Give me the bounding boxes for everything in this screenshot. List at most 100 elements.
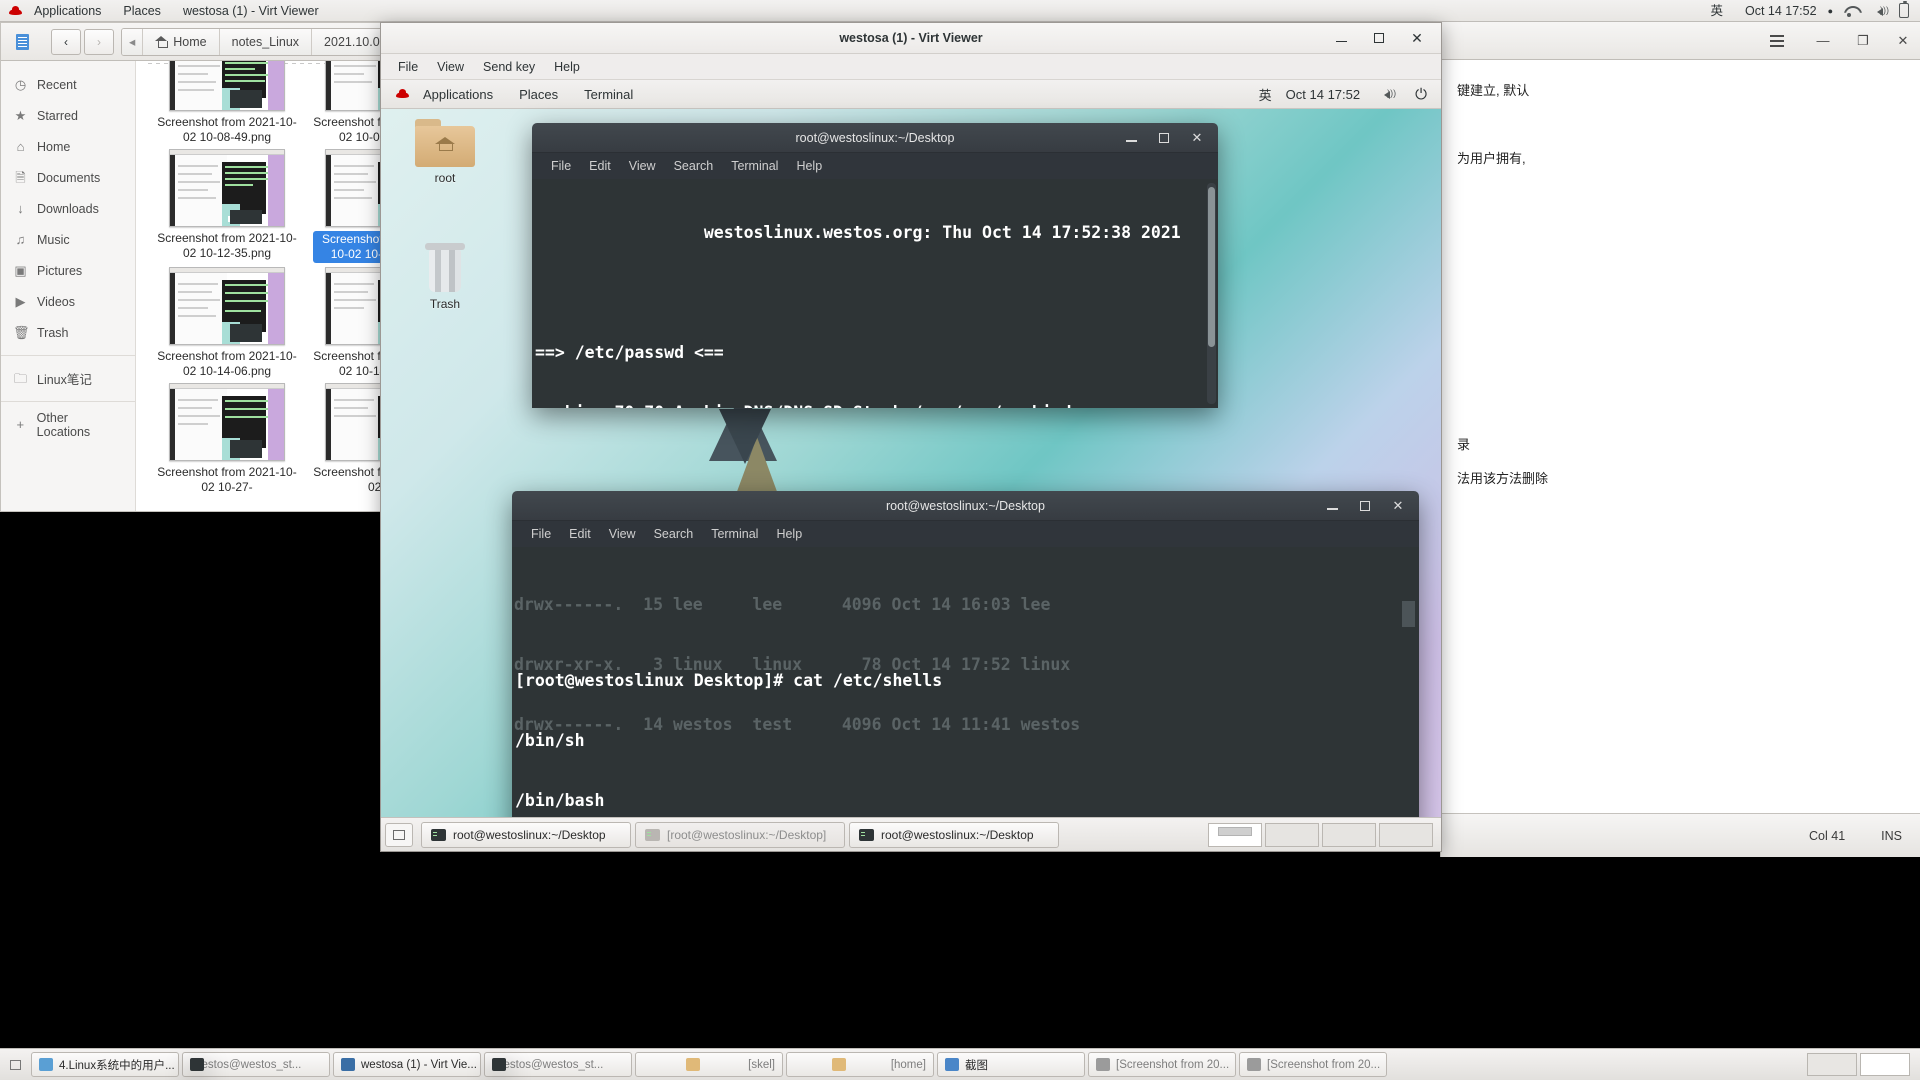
outer-workspace-pager[interactable] [1807,1053,1916,1076]
battery-icon[interactable] [1899,3,1909,18]
sidebar-item-videos[interactable]: ▶Videos [1,286,135,317]
minimize-button[interactable] [1333,30,1349,46]
menu-edit[interactable]: Edit [562,526,598,542]
guest-clock[interactable]: Oct 14 17:52 [1286,87,1360,102]
file-item[interactable]: Screenshot from 2021-10-02 10-08-49.png [154,61,300,145]
menu-help[interactable]: Help [769,526,809,542]
menu-file[interactable]: File [524,526,558,542]
menu-terminal[interactable]: Terminal [704,526,765,542]
menu-file[interactable]: File [390,58,426,76]
minimize-button[interactable] [1325,499,1339,513]
guest-screen[interactable]: Applications Places Terminal 英 Oct 14 17… [381,80,1441,851]
menu-view[interactable]: View [602,526,643,542]
breadcrumb-item-notes-linux[interactable]: notes_Linux [220,29,312,55]
terminal-output-background[interactable]: westoslinux.westos.org: Thu Oct 14 17:52… [532,179,1218,408]
terminal-scrollbar[interactable] [1207,183,1216,404]
taskbar-item-virt-viewer[interactable]: westosa (1) - Virt Vie... [333,1052,481,1077]
workspace-1[interactable] [1208,823,1262,847]
sidebar-item-pictures[interactable]: ▣Pictures [1,255,135,286]
redhat-logo-icon[interactable] [8,5,23,17]
close-button[interactable]: ✕ [1391,499,1405,513]
sidebar-item-trash[interactable]: 🗑Trash [1,317,135,348]
clock[interactable]: Oct 14 17:52 [1734,0,1828,22]
forward-button[interactable]: › [84,29,114,55]
virt-viewer-titlebar[interactable]: westosa (1) - Virt Viewer ✕ [381,23,1441,54]
maximize-button[interactable]: ❐ [1852,30,1874,52]
sidebar-item-documents[interactable]: 🗎Documents [1,162,135,193]
desktop-icon-trash[interactable]: Trash [401,239,489,311]
taskbar-item-term-2[interactable]: [westos@westos_st... [484,1052,632,1077]
menu-send-key[interactable]: Send key [475,58,543,76]
view-mode-button[interactable] [7,29,37,55]
menu-help[interactable]: Help [789,158,829,174]
maximize-button[interactable] [1157,131,1171,145]
active-window-title[interactable]: westosa (1) - Virt Viewer [172,0,330,22]
breadcrumb-scroll-left[interactable]: ◂ [122,29,143,55]
terminal-window-foreground[interactable]: root@westoslinux:~/Desktop ✕ File Edit V… [512,491,1419,851]
workspace-1[interactable] [1807,1053,1857,1076]
close-button[interactable]: ✕ [1190,131,1204,145]
sidebar-item-linux-notes[interactable]: 🗀Linux笔记 [1,363,135,394]
workspace-4[interactable] [1379,823,1433,847]
workspace-3[interactable] [1322,823,1376,847]
applications-menu[interactable]: Applications [23,0,112,22]
menu-search[interactable]: Search [667,158,721,174]
breadcrumb-item-home[interactable]: Home [143,29,219,55]
menu-search[interactable]: Search [647,526,701,542]
menu-view[interactable]: View [622,158,663,174]
terminal-output-foreground[interactable]: drwx------. 15 lee lee 4096 Oct 14 16:03… [512,547,1419,851]
places-menu[interactable]: Places [112,0,172,22]
guest-places-menu[interactable]: Places [506,87,571,102]
desktop-icon-root[interactable]: root [401,119,489,185]
taskbar-item-terminal-1[interactable]: root@westoslinux:~/Desktop [421,822,631,848]
taskbar-item-term-1[interactable]: [westos@westos_st... [182,1052,330,1077]
taskbar-item-screenshot-2[interactable]: [Screenshot from 20... [1239,1052,1387,1077]
workspace-switcher-icon[interactable] [385,823,413,847]
taskbar-item-terminal-3[interactable]: root@westoslinux:~/Desktop [849,822,1059,848]
text-editor-content[interactable]: 键建立, 默认 为用户拥有, 录 法用该方法删除 [1441,60,1920,510]
redhat-logo-icon[interactable] [395,88,410,100]
close-button[interactable]: ✕ [1409,30,1425,46]
minimize-button[interactable] [1124,131,1138,145]
guest-input-method-indicator[interactable]: 英 [1259,85,1272,104]
back-button[interactable]: ‹ [51,29,81,55]
sidebar-item-music[interactable]: ♫Music [1,224,135,255]
input-method-indicator[interactable]: 英 [1699,0,1734,22]
file-item[interactable]: Screenshot from 2021-10-02 10-14-06.png [154,267,300,379]
taskbar-item-terminal-2[interactable]: [root@westoslinux:~/Desktop] [635,822,845,848]
terminal-window-background[interactable]: root@westoslinux:~/Desktop ✕ File Edit V… [532,123,1218,408]
hamburger-icon[interactable] [1770,40,1784,42]
volume-muted-icon[interactable] [1872,4,1889,18]
workspace-pager[interactable] [1208,823,1437,847]
maximize-button[interactable] [1358,499,1372,513]
menu-help[interactable]: Help [546,58,588,76]
terminal-scroll-thumb[interactable] [1402,601,1415,627]
sidebar-item-downloads[interactable]: ↓Downloads [1,193,135,224]
maximize-button[interactable] [1371,30,1387,46]
minimize-button[interactable]: — [1812,30,1834,52]
file-item[interactable]: Screenshot from 2021-10-02 10-27- [154,383,300,495]
menu-file[interactable]: File [544,158,578,174]
terminal-titlebar[interactable]: root@westoslinux:~/Desktop ✕ [532,123,1218,153]
wifi-icon[interactable] [1845,4,1862,18]
menu-terminal[interactable]: Terminal [724,158,785,174]
sidebar-item-other-locations[interactable]: +Other Locations [1,409,135,440]
volume-muted-icon[interactable] [1379,87,1396,101]
workspace-2[interactable] [1860,1053,1910,1076]
terminal-titlebar[interactable]: root@westoslinux:~/Desktop ✕ [512,491,1419,521]
sidebar-item-recent[interactable]: ◷Recent [1,69,135,100]
taskbar-item-home[interactable]: [home] [786,1052,934,1077]
sidebar-item-home[interactable]: ⌂Home [1,131,135,162]
sidebar-item-starred[interactable]: ★Starred [1,100,135,131]
window-grip-icon[interactable] [4,1055,26,1075]
taskbar-item-screenshots-folder[interactable]: 截图 [937,1052,1085,1077]
guest-terminal-menu[interactable]: Terminal [571,87,646,102]
taskbar-item-doc[interactable]: 4.Linux系统中的用户... [31,1052,179,1077]
file-item[interactable]: Screenshot from 2021-10-02 10-12-35.png [154,149,300,263]
workspace-2[interactable] [1265,823,1319,847]
guest-applications-menu[interactable]: Applications [410,87,506,102]
taskbar-item-screenshot-1[interactable]: [Screenshot from 20... [1088,1052,1236,1077]
menu-edit[interactable]: Edit [582,158,618,174]
taskbar-item-skel[interactable]: [skel] [635,1052,783,1077]
guest-desktop[interactable]: root Trash root@westoslinux:~/Desktop ✕ [381,109,1441,851]
